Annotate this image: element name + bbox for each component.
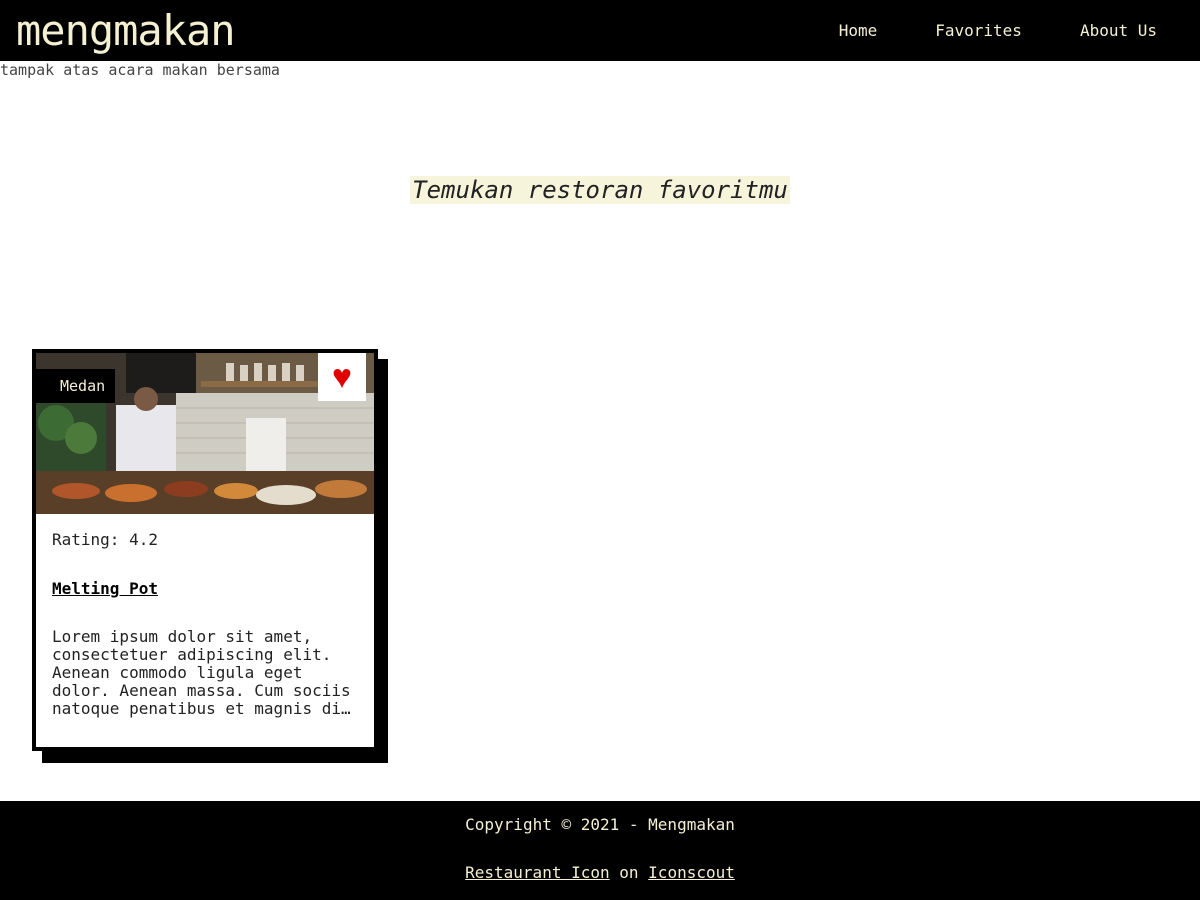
brand-logo[interactable]: mengmakan <box>0 0 236 61</box>
nav-link-favorites[interactable]: Favorites <box>906 0 1051 61</box>
restaurant-title: Melting Pot <box>52 579 358 598</box>
top-navbar: mengmakan Home Favorites About Us <box>0 0 1200 61</box>
restaurant-thumbnail: Medan ♥ <box>36 353 374 514</box>
nav-item-home: Home <box>810 0 907 61</box>
nav-link-home[interactable]: Home <box>810 0 907 61</box>
credit-line: Restaurant Icon on Iconscout <box>0 849 1200 897</box>
restaurant-card[interactable]: Medan ♥ Rating: 4.2 Melting Pot Lorem ip… <box>32 349 388 763</box>
card-content: Rating: 4.2 Melting Pot Lorem ipsum dolo… <box>36 530 374 718</box>
nav-item-favorites: Favorites <box>906 0 1051 61</box>
heart-icon: ♥ <box>331 358 353 396</box>
hero-tagline: Temukan restoran favoritmu <box>0 176 1200 204</box>
hero-image: tampak atas acara makan bersama <box>0 61 280 79</box>
credit-on-text: on <box>619 863 639 882</box>
restaurant-card-body: Medan ♥ Rating: 4.2 Melting Pot Lorem ip… <box>32 349 378 751</box>
city-label: Medan <box>36 369 116 403</box>
tagline-text: Temukan restoran favoritmu <box>410 176 790 204</box>
iconscout-link[interactable]: Iconscout <box>648 863 735 882</box>
nav-menu: Home Favorites About Us <box>810 0 1200 61</box>
copyright-text: Copyright © 2021 - Mengmakan <box>465 815 735 834</box>
restaurant-name-link[interactable]: Melting Pot <box>52 579 158 598</box>
hero-image-alt-text: tampak atas acara makan bersama <box>0 61 280 79</box>
nav-link-about[interactable]: About Us <box>1051 0 1186 61</box>
favorite-button[interactable]: ♥ <box>318 353 366 401</box>
nav-item-about: About Us <box>1051 0 1186 61</box>
restaurant-description: Lorem ipsum dolor sit amet, consectetuer… <box>52 628 351 718</box>
restaurant-rating: Rating: 4.2 <box>52 530 158 549</box>
site-footer: Copyright © 2021 - Mengmakan Restaurant … <box>0 801 1200 900</box>
restaurant-icon-credit-link[interactable]: Restaurant Icon <box>465 863 610 882</box>
